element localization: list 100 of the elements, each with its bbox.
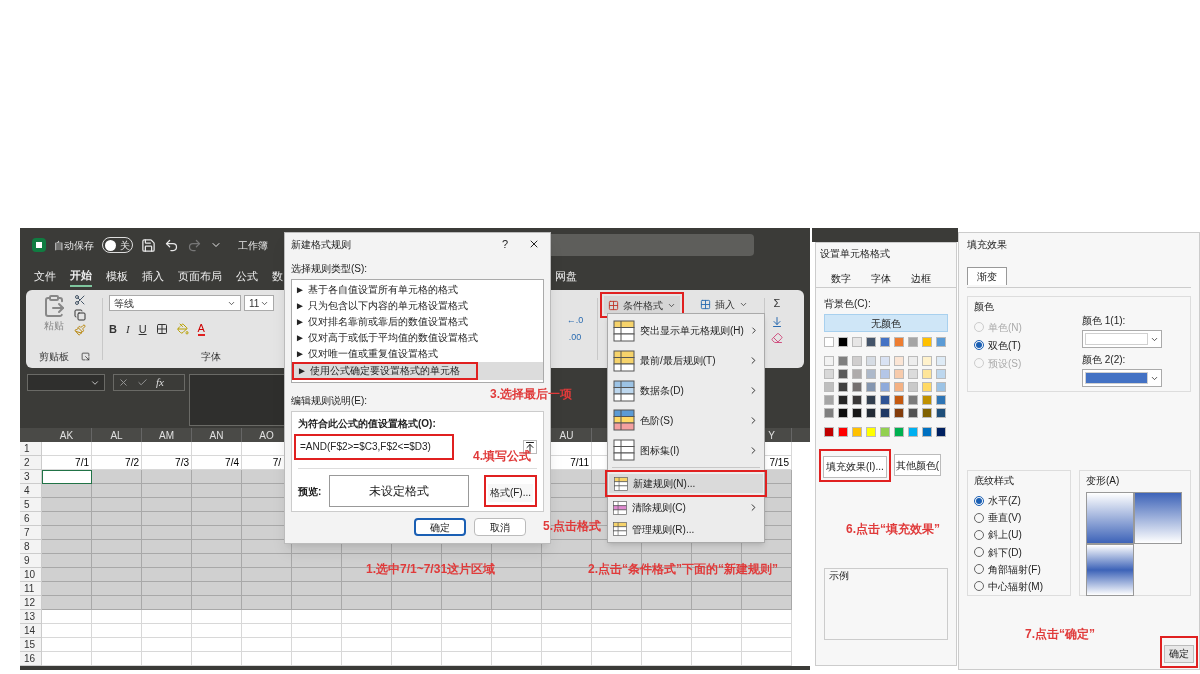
color-swatch[interactable] bbox=[880, 369, 890, 379]
borders-icon[interactable] bbox=[155, 323, 168, 336]
ok-button[interactable]: 确定 bbox=[414, 518, 466, 536]
sheet-cell[interactable] bbox=[192, 596, 242, 610]
cancel-icon[interactable] bbox=[118, 377, 129, 388]
dialog-tab[interactable]: 边框 bbox=[902, 269, 940, 287]
sheet-cell[interactable] bbox=[642, 596, 692, 610]
sheet-cell[interactable] bbox=[192, 484, 242, 498]
sheet-cell[interactable] bbox=[42, 498, 92, 512]
sheet-cell[interactable] bbox=[92, 582, 142, 596]
color-swatch[interactable] bbox=[922, 337, 932, 347]
paintbrush-icon[interactable] bbox=[74, 324, 86, 336]
menu-item[interactable]: 最前/最后规则(T) bbox=[608, 345, 764, 376]
copy-icon[interactable] bbox=[74, 309, 86, 321]
conditional-format-button[interactable]: 条件格式 bbox=[604, 296, 680, 314]
dialog-launcher-icon[interactable] bbox=[80, 352, 90, 361]
sheet-cell[interactable] bbox=[142, 484, 192, 498]
sheet-cell[interactable] bbox=[392, 596, 442, 610]
menu-tab[interactable]: 页面布局 bbox=[178, 265, 222, 287]
color-swatch[interactable] bbox=[838, 427, 848, 437]
undo-icon[interactable] bbox=[164, 237, 179, 253]
sheet-cell[interactable] bbox=[42, 512, 92, 526]
name-box[interactable] bbox=[27, 374, 105, 391]
color-dropdown[interactable] bbox=[1082, 330, 1162, 348]
sheet-cell[interactable] bbox=[542, 596, 592, 610]
color-swatch[interactable] bbox=[824, 427, 834, 437]
save-icon[interactable] bbox=[141, 237, 156, 253]
color-swatch[interactable] bbox=[838, 369, 848, 379]
no-color-button[interactable]: 无颜色 bbox=[824, 314, 948, 332]
sheet-cell[interactable] bbox=[92, 596, 142, 610]
sheet-cell[interactable] bbox=[142, 512, 192, 526]
radio-button[interactable] bbox=[974, 340, 984, 350]
sheet-cell[interactable] bbox=[392, 582, 442, 596]
gradient-option[interactable] bbox=[1134, 492, 1182, 544]
sheet-cell[interactable] bbox=[92, 568, 142, 582]
sheet-cell[interactable] bbox=[142, 554, 192, 568]
sheet-cell[interactable] bbox=[42, 596, 92, 610]
color-swatch[interactable] bbox=[908, 427, 918, 437]
color-swatch[interactable] bbox=[824, 408, 834, 418]
help-button[interactable]: ? bbox=[501, 235, 508, 253]
underline-button[interactable]: U bbox=[138, 321, 147, 338]
color-swatch[interactable] bbox=[936, 337, 946, 347]
color-swatch[interactable] bbox=[880, 395, 890, 405]
color-swatch[interactable] bbox=[838, 337, 848, 347]
list-item[interactable]: ► 只为包含以下内容的单元格设置格式 bbox=[292, 298, 543, 314]
sheet-cell[interactable] bbox=[742, 582, 792, 596]
formula-field[interactable]: =AND(F$2>=$C3,F$2<=$D3) bbox=[298, 438, 450, 456]
color-swatch[interactable] bbox=[894, 369, 904, 379]
color-swatch[interactable] bbox=[908, 356, 918, 366]
sheet-cell[interactable] bbox=[142, 470, 192, 484]
menu-item[interactable]: 清除规则(C) bbox=[608, 497, 764, 519]
fill-effects-button[interactable]: 填充效果(I)... bbox=[823, 455, 887, 478]
color-swatch[interactable] bbox=[880, 427, 890, 437]
dialog-tab[interactable]: 数字 bbox=[822, 269, 860, 287]
sheet-cell[interactable] bbox=[242, 554, 292, 568]
font-color-button[interactable]: A bbox=[197, 322, 205, 336]
sheet-cell[interactable] bbox=[542, 582, 592, 596]
color-swatch[interactable] bbox=[838, 408, 848, 418]
sheet-cell[interactable] bbox=[142, 596, 192, 610]
sheet-cell[interactable] bbox=[342, 596, 392, 610]
sheet-cell[interactable] bbox=[242, 596, 292, 610]
color-swatch[interactable] bbox=[852, 427, 862, 437]
sheet-cell[interactable] bbox=[92, 554, 142, 568]
sheet-cell[interactable] bbox=[192, 498, 242, 512]
list-item[interactable]: ► 使用公式确定要设置格式的单元格 bbox=[292, 362, 478, 380]
color-swatch[interactable] bbox=[936, 369, 946, 379]
format-button[interactable]: 格式(F)... bbox=[487, 483, 533, 502]
sheet-cell[interactable] bbox=[492, 582, 542, 596]
sheet-cell[interactable] bbox=[492, 596, 542, 610]
sheet-cell[interactable] bbox=[142, 582, 192, 596]
color-dropdown[interactable] bbox=[1082, 369, 1162, 387]
sheet-cell[interactable] bbox=[192, 554, 242, 568]
redo-icon[interactable] bbox=[187, 237, 202, 253]
ok-button[interactable]: 确定 bbox=[1164, 644, 1194, 663]
italic-button[interactable]: I bbox=[125, 321, 130, 338]
sheet-cell[interactable] bbox=[292, 582, 342, 596]
menu-tab[interactable]: 文件 bbox=[34, 265, 56, 287]
color-swatch[interactable] bbox=[866, 395, 876, 405]
color-swatch[interactable] bbox=[908, 408, 918, 418]
color-swatch[interactable] bbox=[866, 427, 876, 437]
sheet-cell[interactable] bbox=[442, 582, 492, 596]
sheet-cell[interactable] bbox=[592, 596, 642, 610]
color-swatch[interactable] bbox=[922, 356, 932, 366]
color-swatch[interactable] bbox=[880, 337, 890, 347]
color-swatch[interactable] bbox=[894, 427, 904, 437]
color-swatch[interactable] bbox=[866, 337, 876, 347]
sheet-cell[interactable] bbox=[192, 540, 242, 554]
color-swatch[interactable] bbox=[824, 395, 834, 405]
sheet-cell[interactable] bbox=[292, 568, 342, 582]
function-button[interactable]: fx bbox=[156, 374, 164, 391]
color-swatch[interactable] bbox=[936, 408, 946, 418]
sheet-cell[interactable] bbox=[142, 568, 192, 582]
color-swatch[interactable] bbox=[894, 395, 904, 405]
color-swatch[interactable] bbox=[894, 356, 904, 366]
sum-button[interactable]: Σ bbox=[771, 295, 783, 312]
color-swatch[interactable] bbox=[838, 382, 848, 392]
color-swatch[interactable] bbox=[866, 369, 876, 379]
color-swatch[interactable] bbox=[936, 356, 946, 366]
menu-tab[interactable]: 插入 bbox=[142, 265, 164, 287]
color-swatch[interactable] bbox=[838, 356, 848, 366]
